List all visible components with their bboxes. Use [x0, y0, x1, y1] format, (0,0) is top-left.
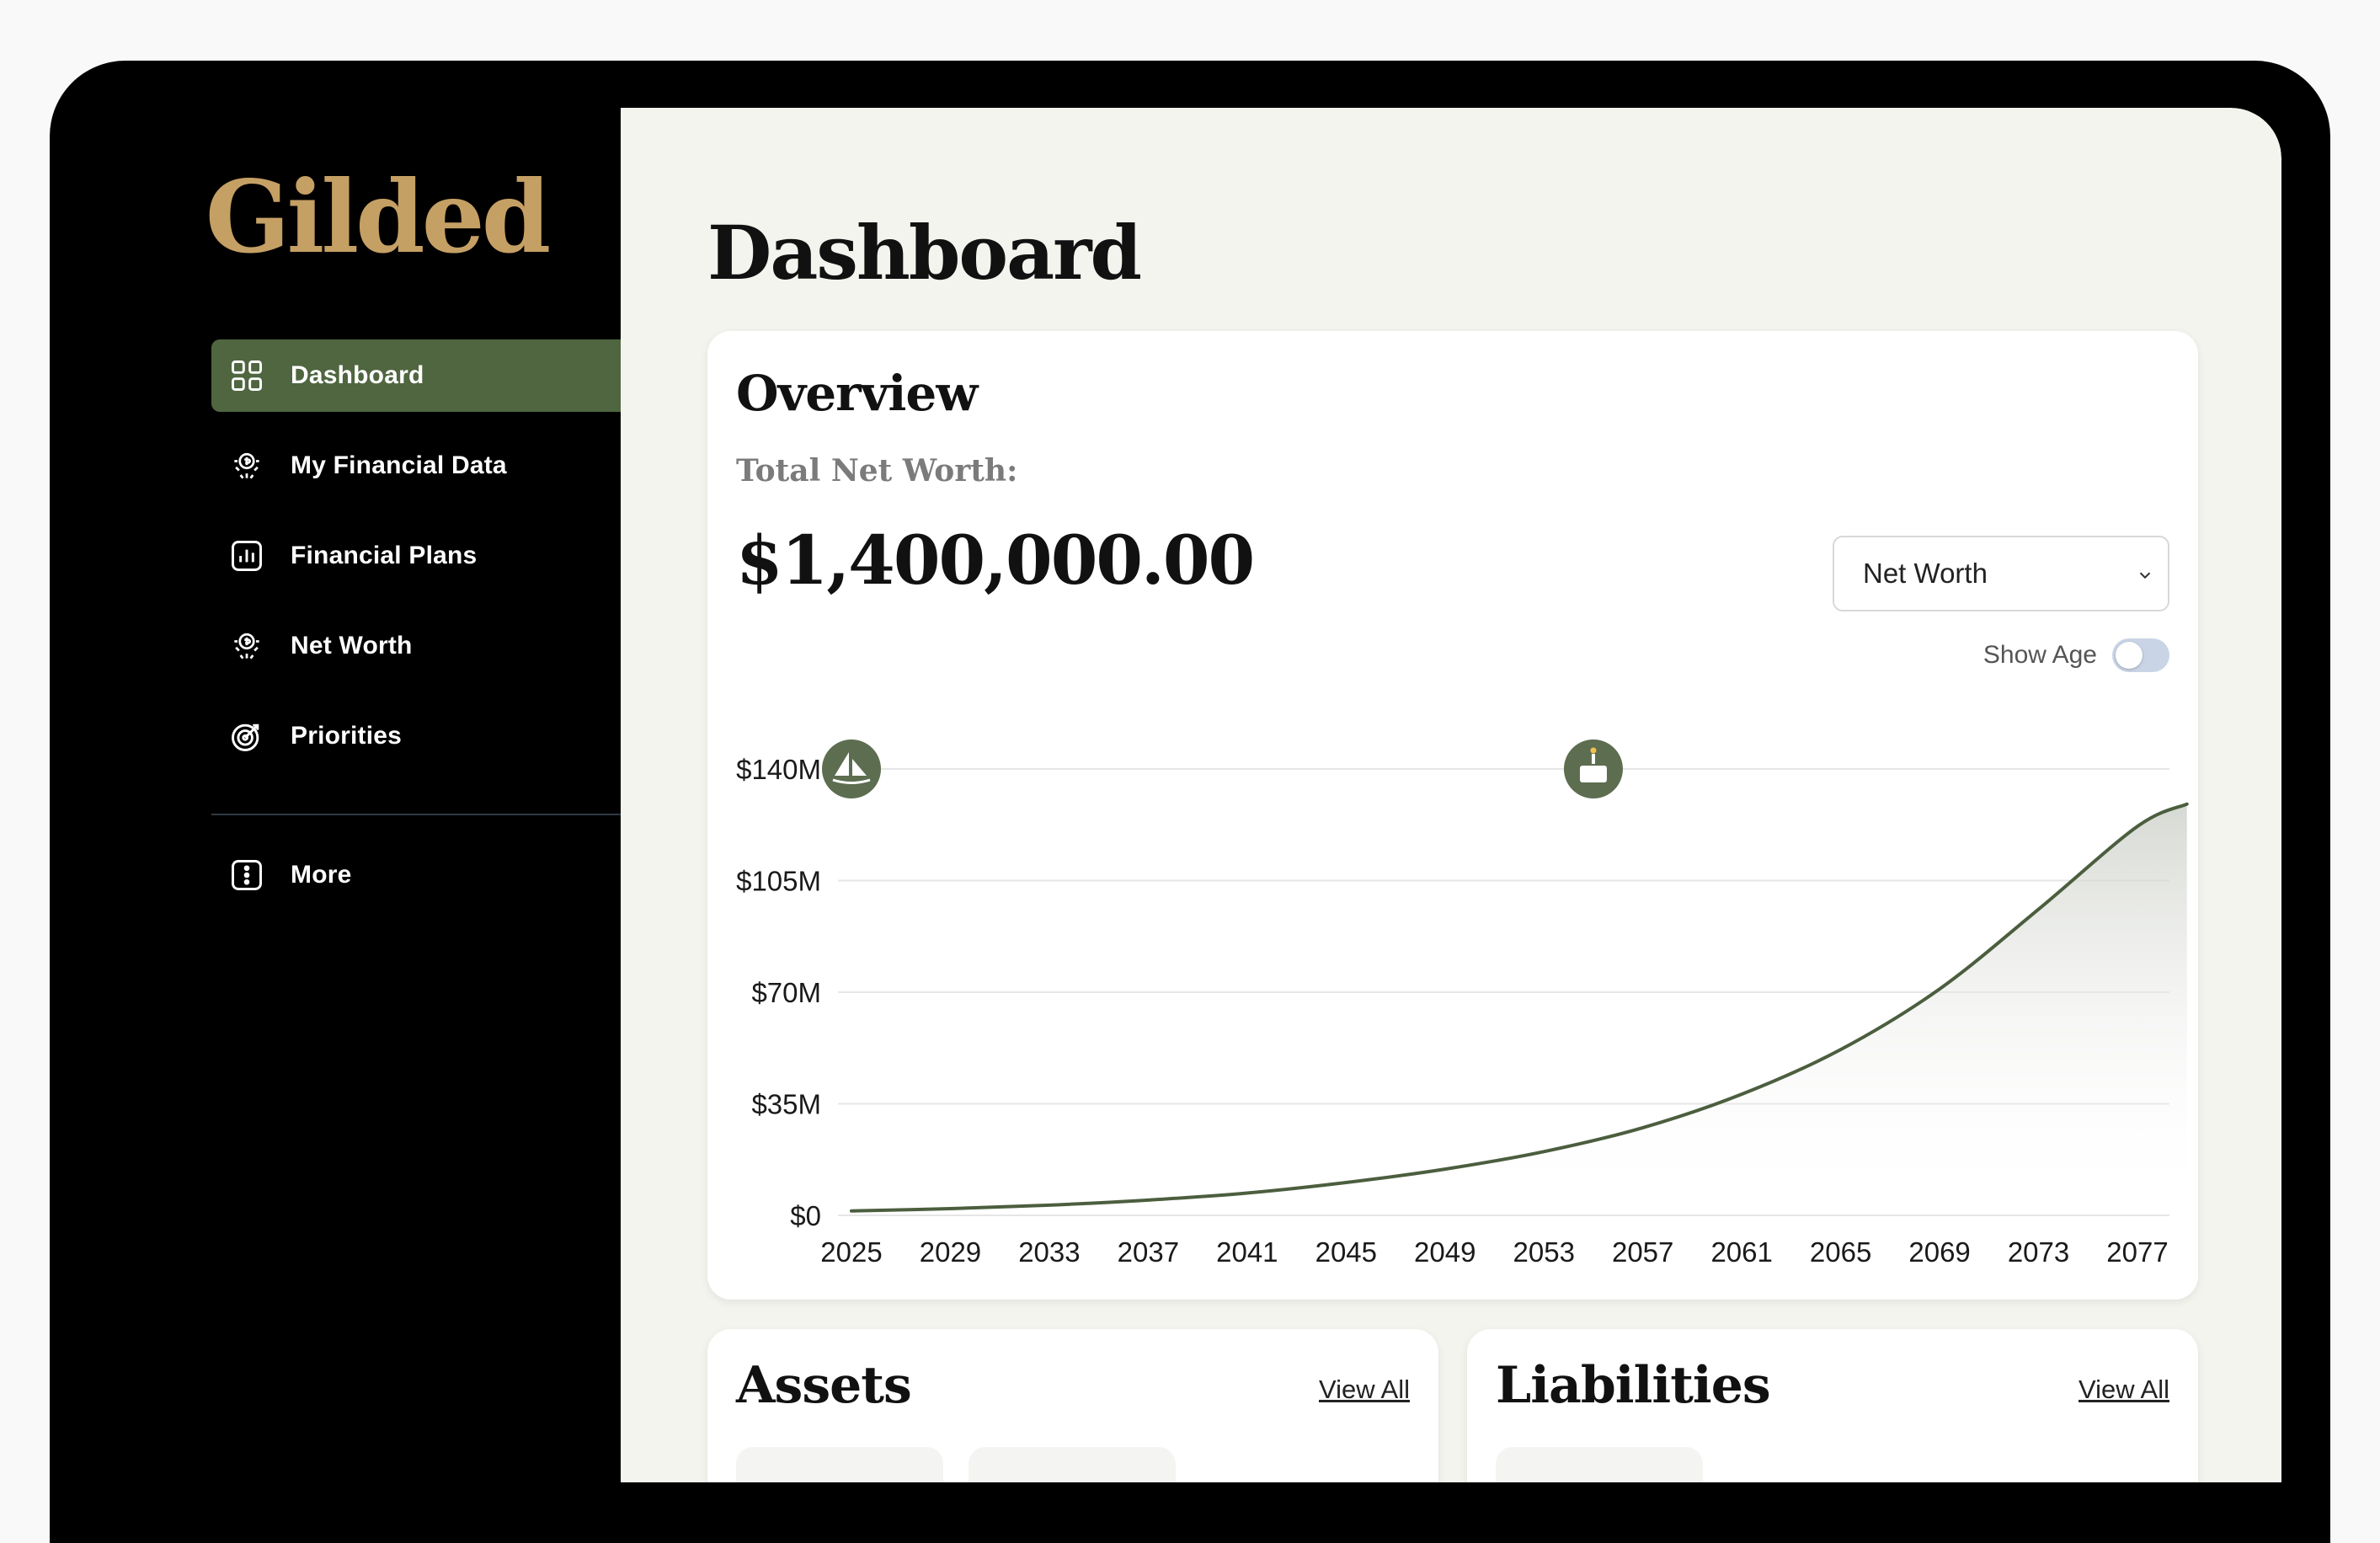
sidebar: Gilded Dashboard My Financial Data Finan…: [132, 108, 664, 1482]
overview-card: Overview Total Net Worth: $1,400,000.00 …: [707, 331, 2198, 1300]
x-tick-label: 2037: [1118, 1236, 1179, 1268]
asset-tile[interactable]: [969, 1447, 1176, 1482]
cake-flame-icon: [1590, 747, 1597, 754]
liability-tile[interactable]: [1496, 1447, 1703, 1482]
x-tick-label: 2061: [1710, 1236, 1772, 1268]
money-hand-icon: [228, 627, 265, 665]
y-tick-label: $70M: [751, 977, 821, 1008]
sidebar-item-label: Financial Plans: [291, 542, 478, 569]
sidebar-item-financial-plans[interactable]: Financial Plans: [211, 520, 664, 592]
x-tick-label: 2073: [2008, 1236, 2069, 1268]
bar-chart-icon: [228, 537, 265, 574]
x-tick-label: 2041: [1216, 1236, 1278, 1268]
x-tick-label: 2053: [1513, 1236, 1575, 1268]
x-tick-label: 2065: [1810, 1236, 1871, 1268]
y-tick-label: $35M: [751, 1089, 821, 1120]
x-tick-label: 2025: [820, 1236, 882, 1268]
sidebar-item-label: Priorities: [291, 722, 403, 750]
y-tick-label: $105M: [736, 866, 821, 897]
sidebar-divider: [211, 814, 664, 815]
assets-card: Assets View All: [707, 1329, 1438, 1482]
x-tick-label: 2029: [920, 1236, 981, 1268]
sidebar-item-dashboard[interactable]: Dashboard: [211, 339, 664, 412]
sidebar-item-my-financial-data[interactable]: My Financial Data: [211, 430, 664, 502]
x-tick-label: 2057: [1612, 1236, 1673, 1268]
app-screen: Gilded Dashboard My Financial Data Finan…: [132, 108, 2281, 1482]
sidebar-item-label: More: [291, 861, 352, 889]
asset-tile[interactable]: [736, 1447, 943, 1482]
sidebar-item-label: Net Worth: [291, 632, 413, 659]
grid-icon: [228, 357, 265, 394]
page-title: Dashboard: [707, 209, 1142, 296]
assets-title: Assets: [736, 1356, 912, 1415]
net-worth-chart: $0 $35M $70M $105M $140M 2025 2029 2033 2037 2041…: [736, 739, 2189, 1268]
target-icon: [228, 718, 265, 755]
more-vertical-icon: [228, 857, 265, 894]
sidebar-item-more[interactable]: More: [211, 839, 664, 911]
assets-view-all-link[interactable]: View All: [1319, 1375, 1410, 1405]
liabilities-title: Liabilities: [1496, 1356, 1771, 1415]
sidebar-item-net-worth[interactable]: Net Worth: [211, 610, 664, 682]
sidebar-item-priorities[interactable]: Priorities: [211, 700, 664, 772]
cake-icon: [1579, 766, 1607, 782]
sidebar-item-label: My Financial Data: [291, 451, 507, 479]
sidebar-item-label: Dashboard: [291, 361, 424, 389]
liabilities-card: Liabilities View All: [1467, 1329, 2198, 1482]
x-tick-label: 2049: [1414, 1236, 1475, 1268]
brand-logo: Gilded: [205, 158, 552, 275]
y-tick-label: $0: [790, 1200, 821, 1231]
x-tick-label: 2069: [1908, 1236, 1970, 1268]
cake-candle-icon: [1591, 754, 1595, 764]
main-content: Dashboard Overview Total Net Worth: $1,4…: [621, 108, 2281, 1482]
milestone-marker: [822, 739, 881, 798]
liabilities-view-all-link[interactable]: View All: [2078, 1375, 2169, 1405]
y-tick-label: $140M: [736, 754, 821, 785]
money-hand-icon: [228, 447, 265, 484]
x-tick-label: 2077: [2106, 1236, 2168, 1268]
series-area: [851, 804, 2187, 1215]
x-tick-label: 2033: [1018, 1236, 1080, 1268]
x-tick-label: 2045: [1315, 1236, 1377, 1268]
